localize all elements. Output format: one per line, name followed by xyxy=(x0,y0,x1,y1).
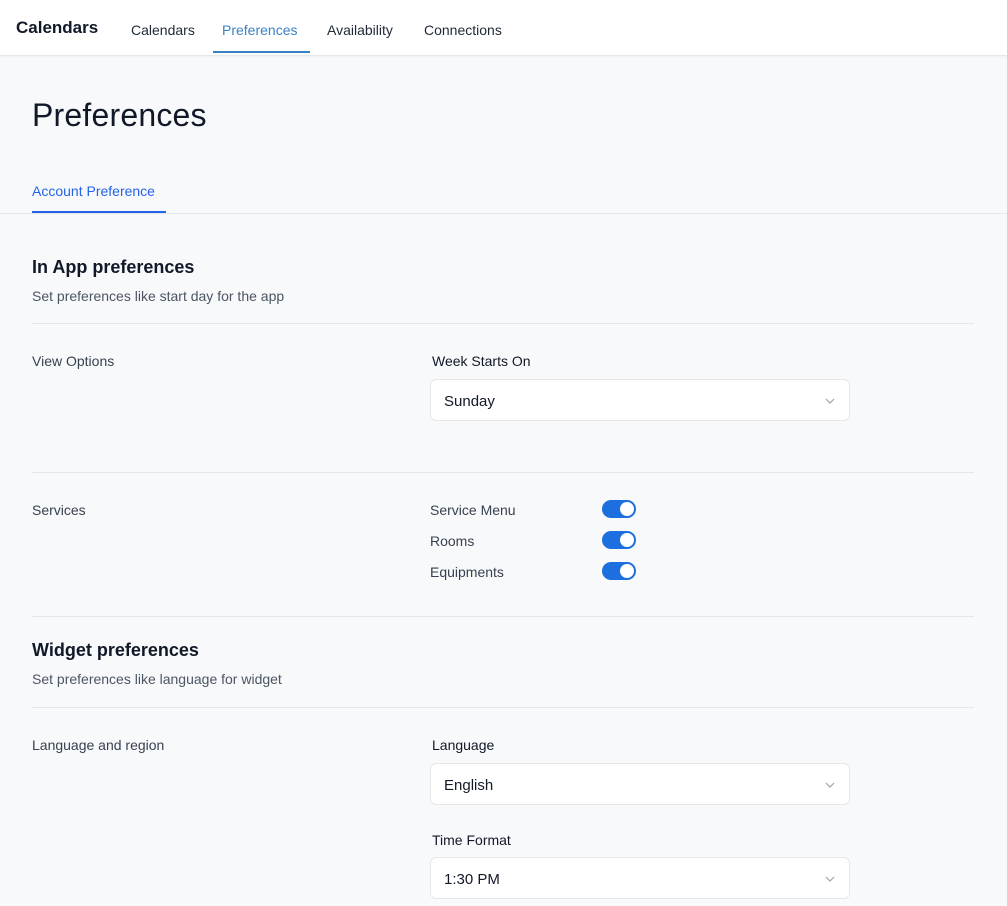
week-starts-on-select[interactable]: Sunday xyxy=(430,379,850,421)
tab-calendars[interactable]: Calendars xyxy=(131,22,195,38)
time-format-label: Time Format xyxy=(432,832,511,848)
chevron-down-icon xyxy=(825,876,835,882)
equipments-toggle[interactable] xyxy=(602,562,636,580)
chevron-down-icon xyxy=(825,398,835,404)
rooms-toggle[interactable] xyxy=(602,531,636,549)
active-tab-indicator xyxy=(213,51,310,53)
tab-availability[interactable]: Availability xyxy=(327,22,393,38)
toggle-knob xyxy=(620,502,634,516)
language-label: Language xyxy=(432,737,495,753)
section-divider xyxy=(32,707,974,708)
subtab-divider xyxy=(0,213,1007,214)
rooms-label: Rooms xyxy=(430,533,475,549)
chevron-down-icon xyxy=(825,782,835,788)
in-app-section-title: In App preferences xyxy=(32,257,195,277)
section-divider xyxy=(32,616,974,617)
toggle-knob xyxy=(620,564,634,578)
time-format-select[interactable]: 1:30 PM xyxy=(430,857,850,899)
in-app-section-description: Set preferences like start day for the a… xyxy=(32,288,285,304)
week-starts-on-label: Week Starts On xyxy=(432,353,531,369)
service-menu-toggle[interactable] xyxy=(602,500,636,518)
time-format-value: 1:30 PM xyxy=(444,871,500,888)
equipments-label: Equipments xyxy=(430,564,504,580)
language-region-label: Language and region xyxy=(32,737,165,753)
page-title: Preferences xyxy=(32,97,207,133)
week-starts-on-value: Sunday xyxy=(444,393,495,410)
toggle-knob xyxy=(620,533,634,547)
top-navigation-bar: Calendars Calendars Preferences Availabi… xyxy=(0,0,1007,56)
section-divider xyxy=(32,323,974,324)
widget-section-description: Set preferences like language for widget xyxy=(32,671,282,687)
app-title: Calendars xyxy=(16,18,99,37)
subtab-account-preference[interactable]: Account Preference xyxy=(32,183,155,199)
view-options-label: View Options xyxy=(32,353,115,369)
language-value: English xyxy=(444,777,494,794)
widget-section-title: Widget preferences xyxy=(32,640,199,660)
language-select[interactable]: English xyxy=(430,763,850,805)
tab-preferences[interactable]: Preferences xyxy=(222,22,297,38)
row-divider xyxy=(32,472,974,473)
tab-connections[interactable]: Connections xyxy=(424,22,502,38)
service-menu-label: Service Menu xyxy=(430,502,516,518)
services-label: Services xyxy=(32,502,86,518)
